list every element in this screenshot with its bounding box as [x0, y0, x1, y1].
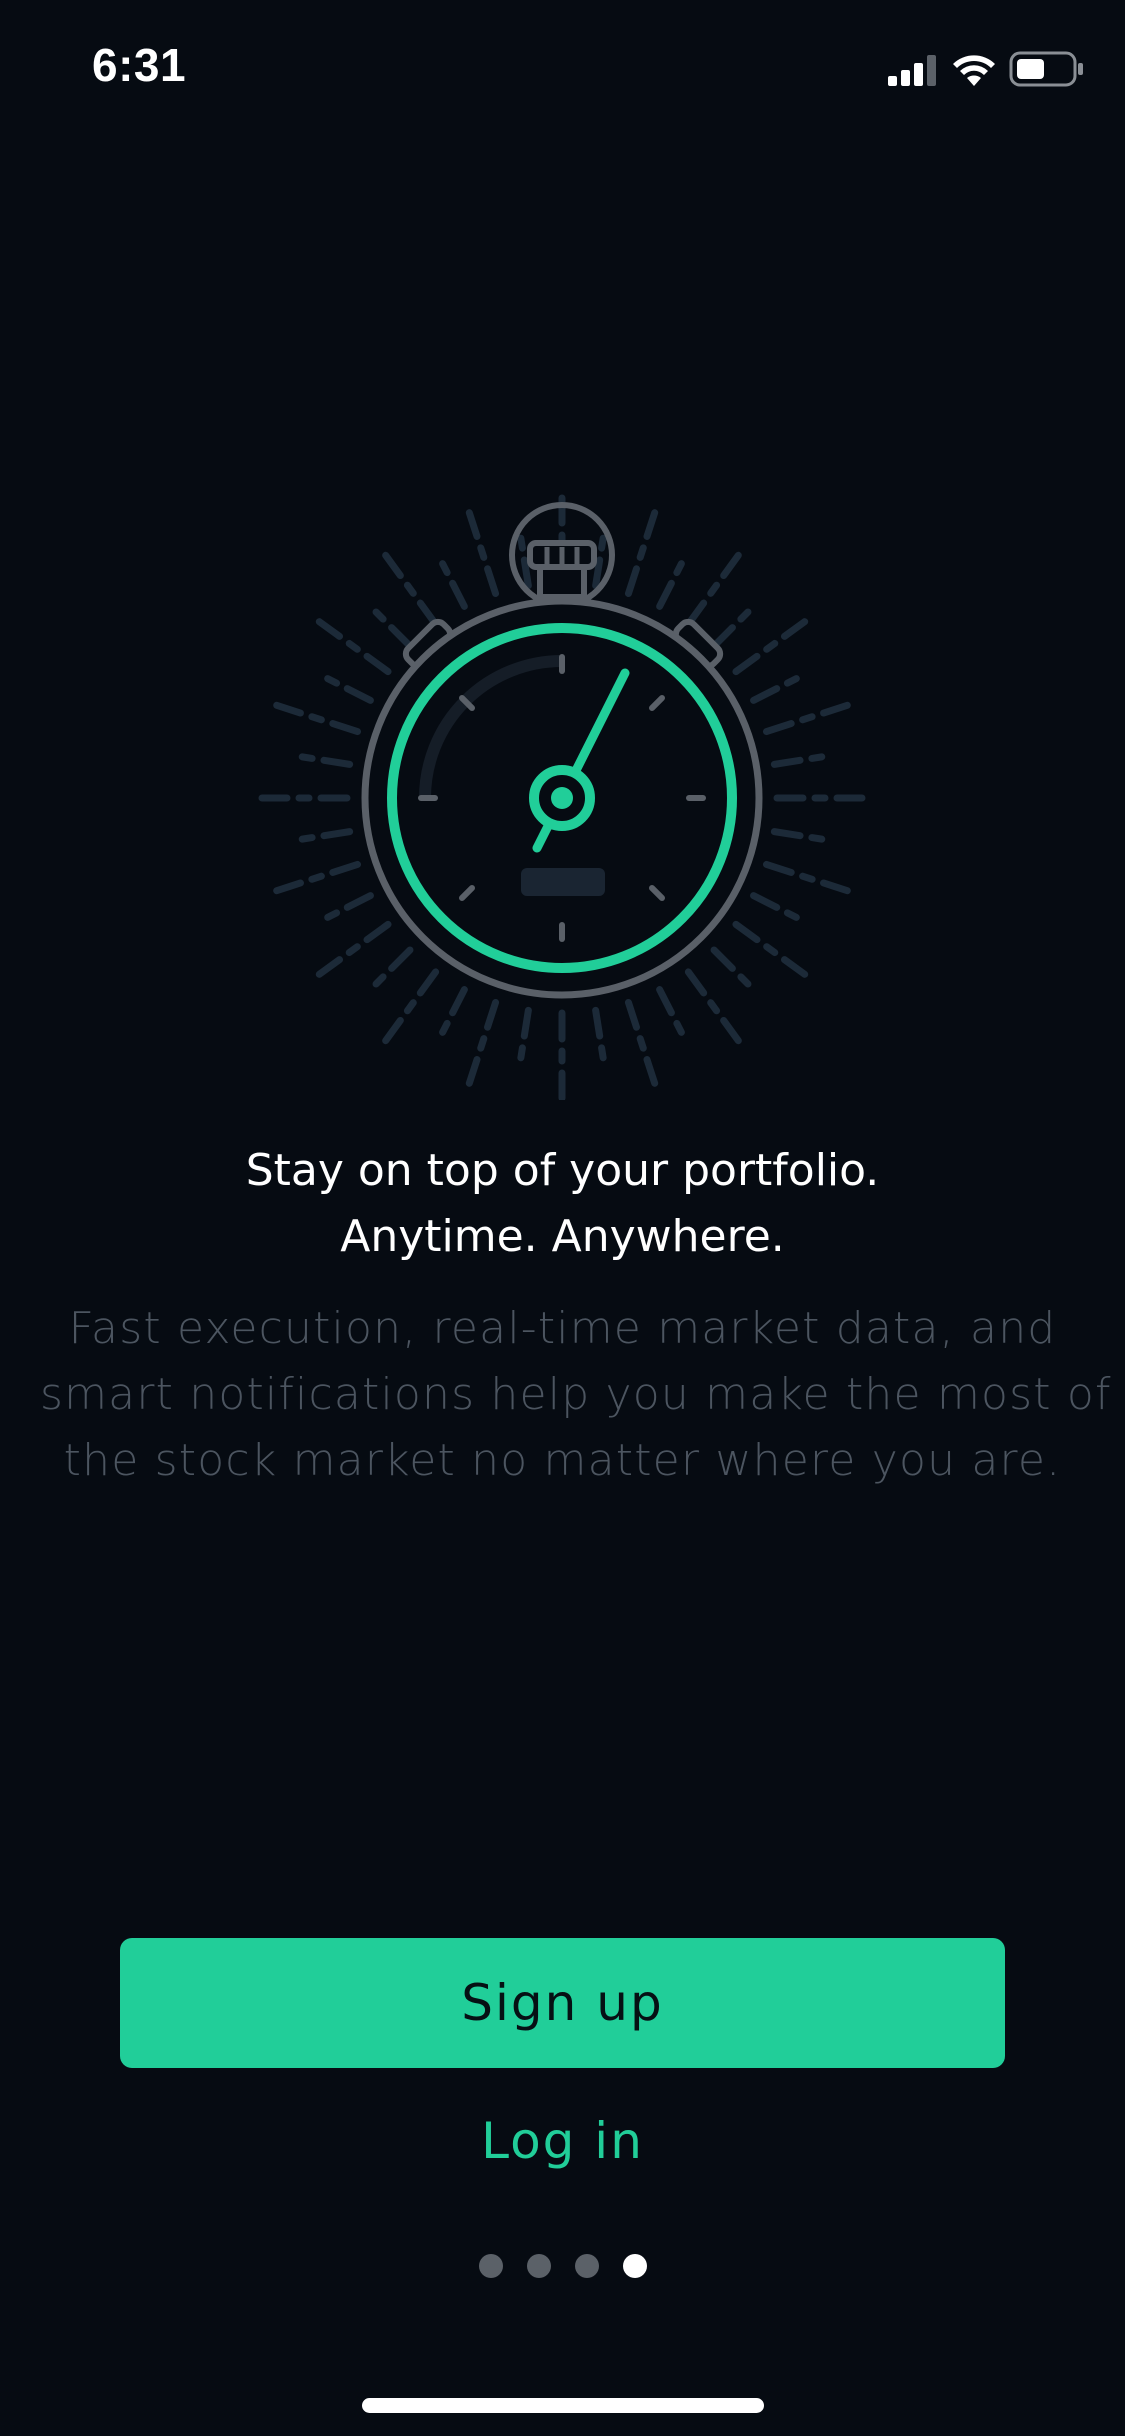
- burst-ray: [291, 752, 354, 768]
- description: Fast execution, real-time market data, a…: [40, 1296, 1112, 1494]
- burst-ray: [465, 998, 500, 1087]
- burst-ray: [624, 998, 659, 1087]
- burst-ray: [770, 828, 833, 844]
- burst-ray: [684, 968, 742, 1045]
- signup-button[interactable]: Sign up: [120, 1938, 1005, 2068]
- burst-ray: [315, 920, 392, 978]
- burst-ray: [624, 509, 659, 598]
- page-dot[interactable]: [526, 2254, 551, 2278]
- burst-ray: [273, 701, 362, 736]
- description-line-2: smart notifications help you make the mo…: [40, 1369, 1112, 1420]
- burst-ray: [291, 828, 354, 844]
- burst-ray: [750, 671, 807, 704]
- burst-ray: [435, 553, 468, 610]
- burst-ray: [732, 920, 809, 978]
- burst-ray: [656, 986, 689, 1043]
- burst-ray: [762, 860, 851, 895]
- description-line-3: the stock market no matter where you are…: [63, 1435, 1062, 1486]
- burst-ray: [684, 551, 742, 628]
- burst-ray: [710, 603, 757, 650]
- burst-ray: [732, 618, 809, 676]
- burst-ray: [273, 860, 362, 895]
- battery-icon: [1009, 51, 1083, 87]
- burst-ray: [317, 671, 374, 704]
- burst-ray: [317, 892, 374, 925]
- page-dot-active[interactable]: [622, 2254, 647, 2278]
- wifi-icon: [953, 55, 995, 86]
- burst-ray: [382, 968, 440, 1045]
- burst-ray: [516, 1006, 532, 1069]
- burst-ray: [656, 553, 689, 610]
- headline-line-1: Stay on top of your portfolio.: [245, 1145, 880, 1196]
- burst-ray: [762, 701, 851, 736]
- burst-ray: [770, 752, 833, 768]
- headline: Stay on top of your portfolio. Anytime. …: [0, 1138, 1125, 1270]
- stopwatch-illustration: [255, 485, 870, 1102]
- login-link[interactable]: Log in: [0, 2112, 1125, 2170]
- burst-ray: [367, 603, 414, 650]
- burst-ray: [592, 1006, 608, 1069]
- burst-ray: [750, 892, 807, 925]
- headline-line-2: Anytime. Anywhere.: [340, 1211, 785, 1262]
- burst-ray: [382, 551, 440, 628]
- burst-ray: [315, 618, 392, 676]
- burst-ray: [435, 986, 468, 1043]
- burst-ray: [465, 509, 500, 598]
- burst-ray: [710, 946, 757, 993]
- home-indicator[interactable]: [362, 2398, 764, 2413]
- cellular-signal-icon: [888, 55, 936, 86]
- page-dot[interactable]: [574, 2254, 599, 2278]
- stopwatch-icon: [258, 494, 866, 1102]
- page-dot[interactable]: [478, 2254, 503, 2278]
- status-bar: 6:31: [0, 0, 1125, 140]
- burst-ray: [367, 946, 414, 993]
- status-time: 6:31: [92, 39, 187, 91]
- page-indicator: [0, 2254, 1125, 2278]
- description-line-1: Fast execution, real-time market data, a…: [68, 1303, 1057, 1354]
